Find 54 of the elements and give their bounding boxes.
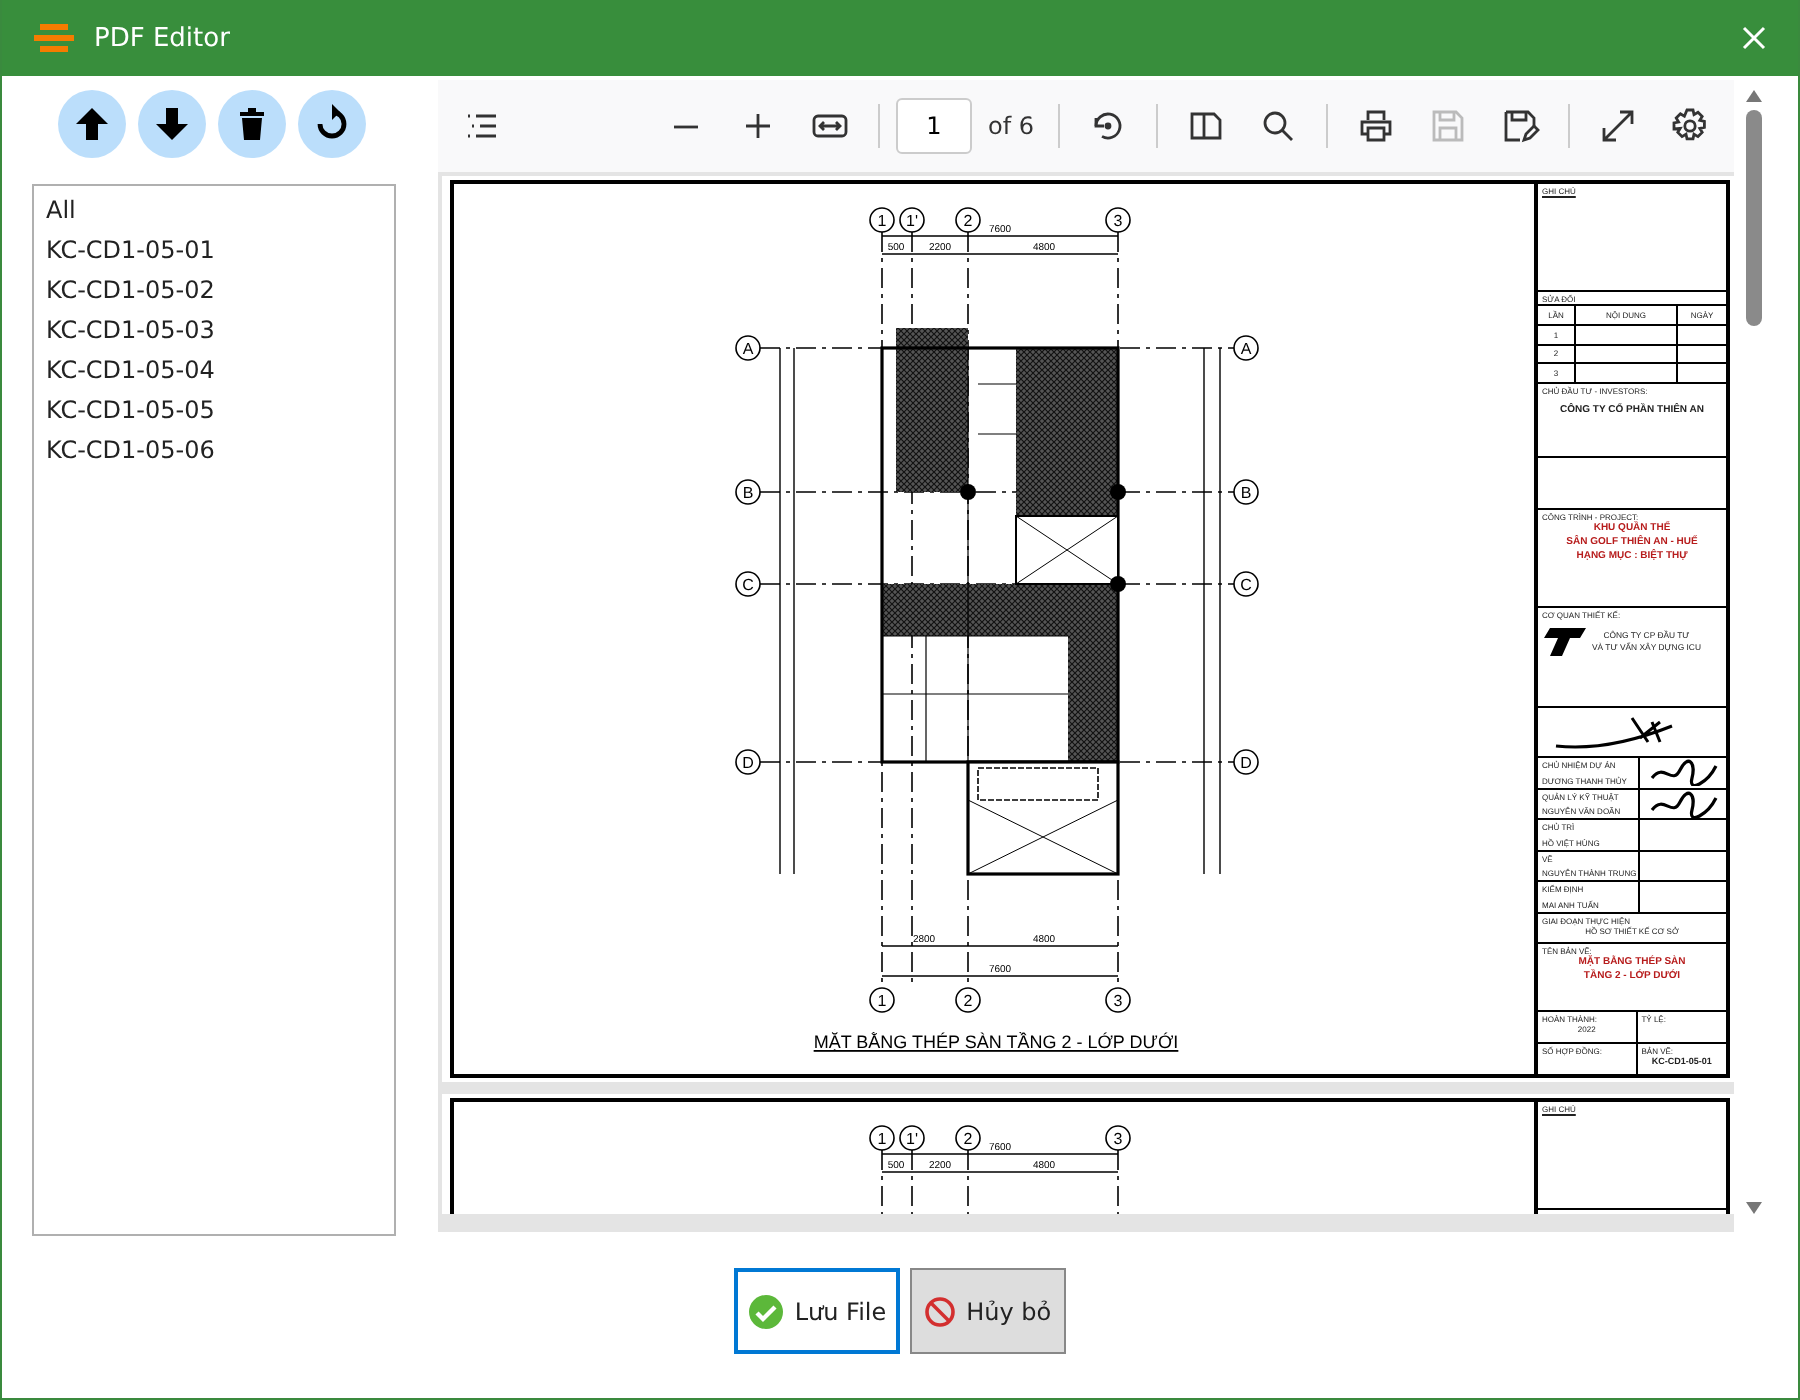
cancel-button[interactable]: Hủy bỏ [910, 1268, 1066, 1354]
print-icon [1356, 106, 1396, 146]
settings-icon [1670, 106, 1710, 146]
circular-arrow-icon [312, 104, 352, 144]
scroll-down-icon[interactable] [1744, 1200, 1764, 1216]
move-up-button[interactable] [58, 90, 126, 158]
file-list-item[interactable]: KC-CD1-05-01 [34, 230, 394, 270]
grid-axis-label: 1' [906, 1130, 918, 1148]
close-icon[interactable] [1742, 26, 1766, 50]
grid-axis-label: 2 [963, 992, 973, 1010]
search-icon [1258, 106, 1298, 146]
company-logo-icon [1542, 628, 1586, 656]
grid-axis-label: 2 [963, 1130, 973, 1148]
delete-button[interactable] [218, 90, 286, 158]
grid-axis-label: 1 [877, 212, 887, 230]
file-list-item[interactable]: KC-CD1-05-03 [34, 310, 394, 350]
grid-axis-label: 1 [877, 1130, 887, 1148]
grid-axis-label: 2 [963, 212, 973, 230]
save-icon [1428, 106, 1468, 146]
grid-axis-label: D [742, 754, 754, 772]
grid-axis-label: B [1240, 484, 1252, 502]
grid-axis-label: 1 [877, 992, 887, 1010]
grid-axis-label: 1' [906, 212, 918, 230]
grid-axis-label: 3 [1113, 1130, 1123, 1148]
grid-axis-label: A [1240, 340, 1252, 358]
grid-axis-label: B [742, 484, 754, 502]
scrollbar-thumb[interactable] [1746, 110, 1762, 326]
grid-axis-label: 3 [1113, 992, 1123, 1010]
file-list-item[interactable]: KC-CD1-05-04 [34, 350, 394, 390]
file-list-item[interactable]: KC-CD1-05-05 [34, 390, 394, 430]
save-button[interactable]: Lưu File [734, 1268, 901, 1354]
file-list-item[interactable]: KC-CD1-05-02 [34, 270, 394, 310]
file-list-item[interactable]: KC-CD1-05-06 [34, 430, 394, 470]
grid-axis-label: C [1240, 576, 1252, 594]
grid-axis-label: A [742, 340, 754, 358]
drawing-title: MẶT BẰNG THÉP SÀN TẦNG 2 - LỚP DƯỚI [813, 1032, 1179, 1052]
fullscreen-icon [1598, 106, 1638, 146]
reset-button[interactable] [298, 90, 366, 158]
file-list-item[interactable]: All [34, 190, 394, 230]
down-arrow-icon [152, 104, 192, 144]
scroll-up-icon[interactable] [1744, 88, 1764, 104]
prohibited-icon [924, 1295, 957, 1327]
window-title: PDF Editor [94, 23, 232, 53]
grid-axis-label: D [1240, 754, 1252, 772]
page-count: of 6 [987, 112, 1034, 140]
grid-axis-label: 3 [1113, 212, 1123, 230]
check-icon [748, 1293, 785, 1329]
minus-icon [673, 123, 698, 129]
up-arrow-icon [72, 104, 112, 144]
page-number-field[interactable]: 1 [895, 98, 972, 154]
save-edit-icon [1500, 106, 1540, 146]
grid-axis-label: C [742, 576, 754, 594]
move-down-button[interactable] [138, 90, 206, 158]
app-logo-icon [34, 22, 74, 54]
